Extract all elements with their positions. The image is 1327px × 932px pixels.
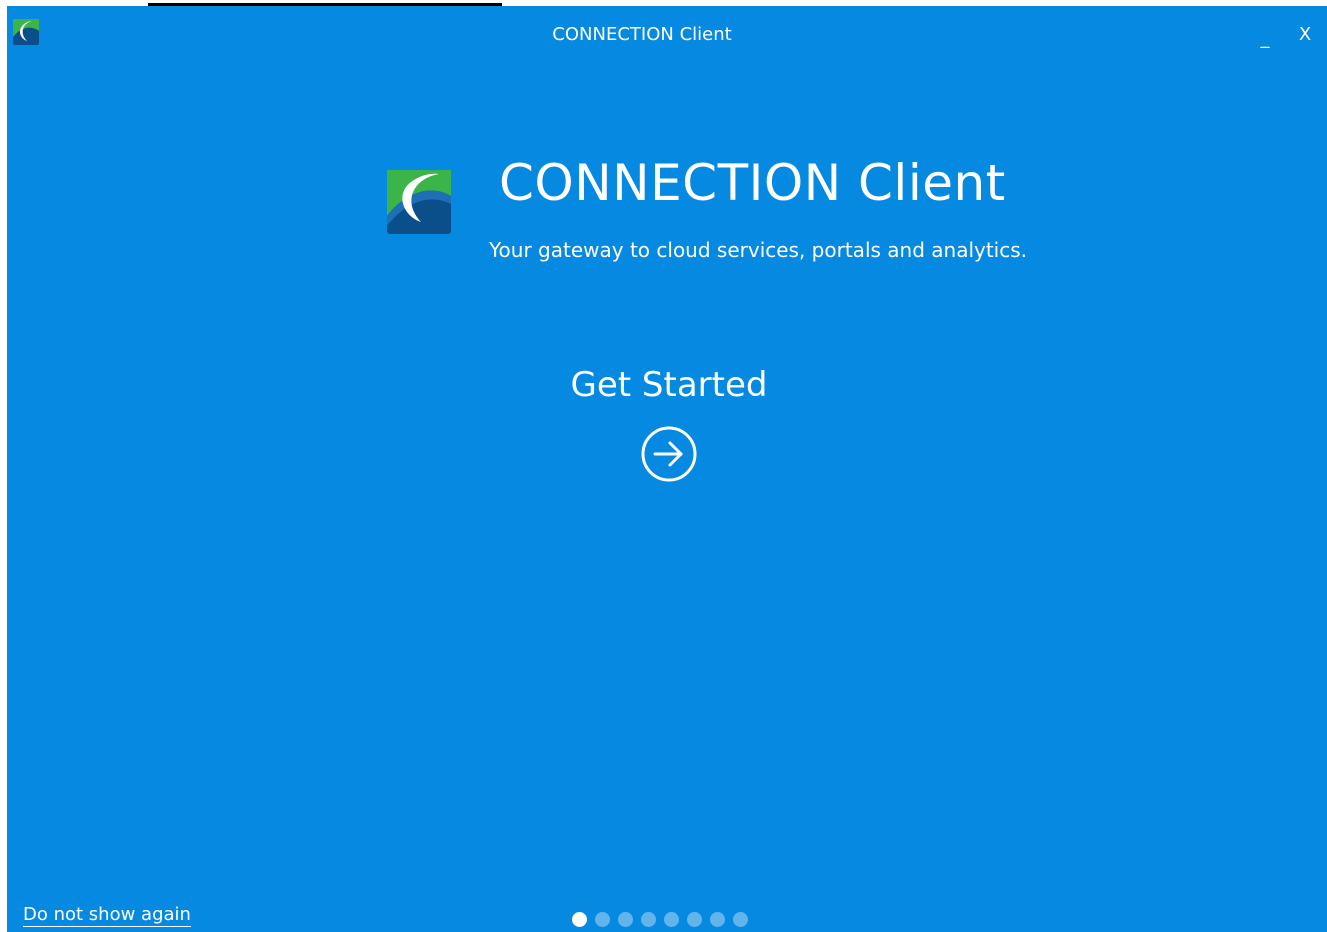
app-headline: CONNECTION Client (499, 154, 1006, 212)
page-dot[interactable] (641, 912, 656, 927)
page-indicator (572, 912, 748, 928)
page-dot[interactable] (664, 912, 679, 927)
page-dot[interactable] (710, 912, 725, 927)
app-tagline: Your gateway to cloud services, portals … (489, 238, 1028, 262)
get-started-section: Get Started (7, 362, 1327, 488)
get-started-label[interactable]: Get Started (7, 362, 1327, 408)
connection-logo-icon (387, 170, 451, 234)
page-dot[interactable] (595, 912, 610, 927)
page-dot[interactable] (733, 912, 748, 927)
do-not-show-again-link[interactable]: Do not show again (23, 904, 191, 927)
page-dot[interactable] (618, 912, 633, 927)
hero-section: CONNECTION Client Your gateway to cloud … (7, 6, 1327, 306)
page-dot[interactable] (687, 912, 702, 927)
page-dot[interactable] (572, 912, 587, 927)
arrow-right-circle-icon[interactable] (639, 424, 699, 484)
app-window: CONNECTION Client _ X CONNECTION Client … (7, 6, 1327, 932)
